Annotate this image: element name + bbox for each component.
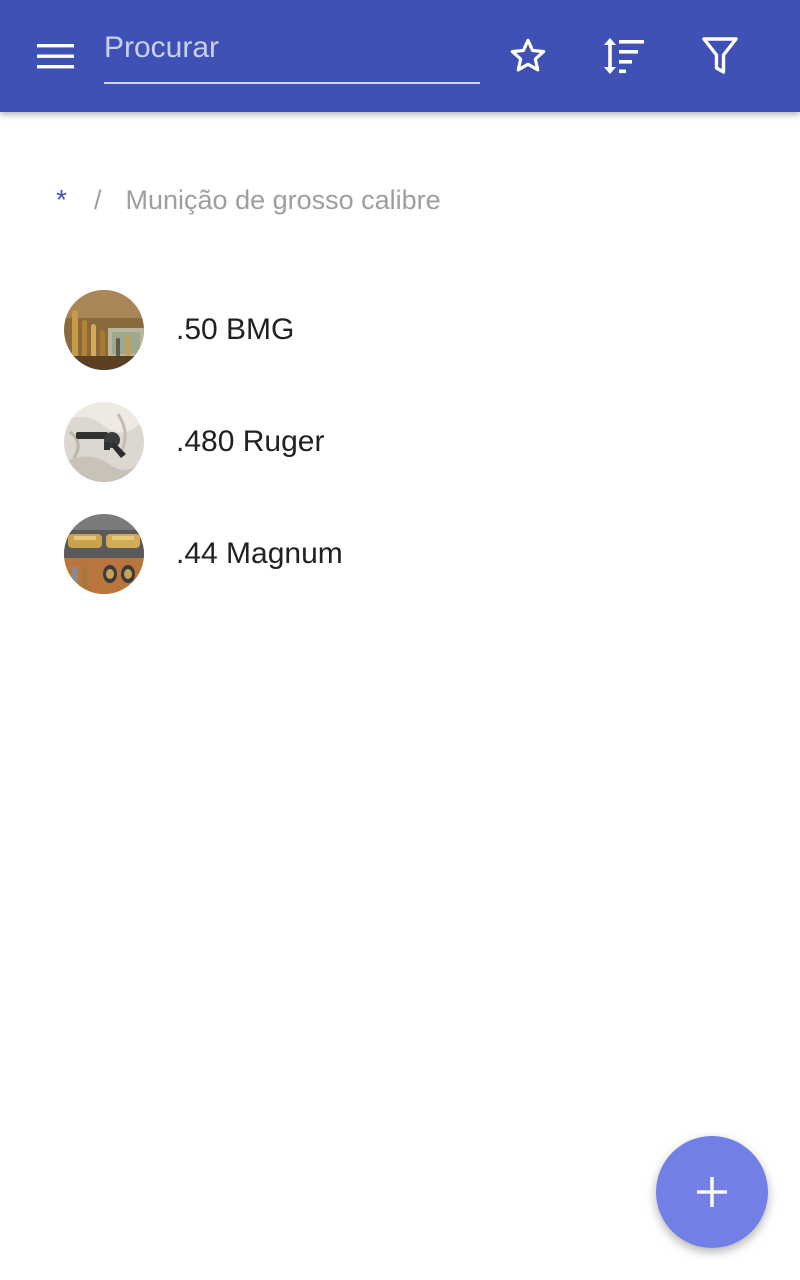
- sort-icon: [604, 38, 644, 74]
- filter-icon: [702, 37, 738, 74]
- sort-button[interactable]: [592, 28, 656, 84]
- item-thumbnail: [64, 290, 144, 370]
- item-list: .50 BMG .480 Ruger .44 Magnum: [0, 274, 800, 610]
- item-thumbnail: [64, 514, 144, 594]
- list-item[interactable]: .44 Magnum: [0, 498, 800, 610]
- list-item[interactable]: .50 BMG: [0, 274, 800, 386]
- item-label: .44 Magnum: [176, 537, 343, 570]
- app-screen: * / Munição de grosso calibre: [0, 0, 800, 1280]
- item-thumbnail: [64, 402, 144, 482]
- menu-button[interactable]: [24, 28, 88, 84]
- item-label: .480 Ruger: [176, 425, 325, 458]
- list-item[interactable]: .480 Ruger: [0, 386, 800, 498]
- plus-icon: [697, 1177, 727, 1207]
- breadcrumb: * / Munição de grosso calibre: [56, 180, 441, 220]
- search-input[interactable]: [104, 24, 480, 72]
- filter-button[interactable]: [688, 28, 752, 84]
- search-field: [104, 24, 480, 84]
- breadcrumb-current: Munição de grosso calibre: [125, 184, 441, 215]
- add-item-button[interactable]: [656, 1136, 768, 1248]
- star-outline-icon: [510, 38, 546, 72]
- favorites-button[interactable]: [496, 28, 560, 84]
- hamburger-menu-icon: [37, 44, 74, 69]
- app-bar: [0, 0, 800, 112]
- breadcrumb-separator: /: [94, 184, 102, 215]
- item-label: .50 BMG: [176, 313, 295, 346]
- breadcrumb-root-link[interactable]: *: [56, 184, 70, 216]
